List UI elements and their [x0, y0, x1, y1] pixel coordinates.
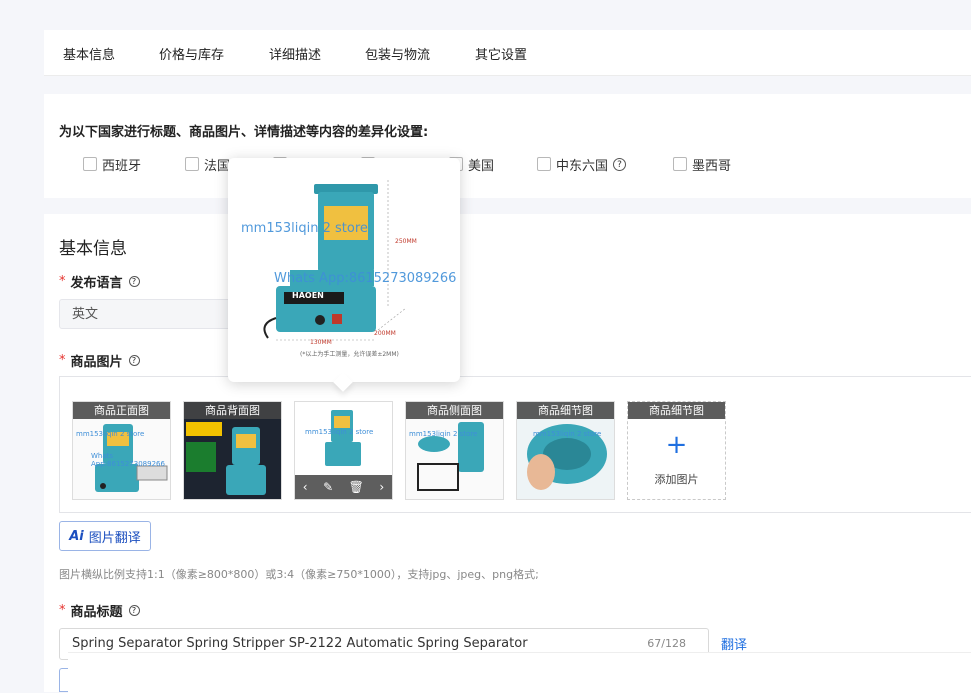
product-thumbnail-front[interactable]: 商品正面图 mm153liqin 2 store Whats App:86152… — [72, 401, 171, 500]
thumbnail-caption: 商品侧面图 — [406, 402, 503, 419]
floating-panel-edge — [68, 652, 971, 693]
add-image-label: 添加图片 — [654, 473, 699, 486]
image-upload-area: 商品正面图 mm153liqin 2 store Whats App:86152… — [59, 376, 971, 513]
country-settings-heading: 为以下国家进行标题、商品图片、详情描述等内容的差异化设置: — [59, 125, 429, 140]
thumbnail-caption: 商品背面图 — [184, 402, 281, 419]
thumbnail-caption: 商品正面图 — [73, 402, 170, 419]
tab-packaging[interactable]: 包装与物流 — [365, 44, 430, 63]
country-settings-card: 为以下国家进行标题、商品图片、详情描述等内容的差异化设置: 西班牙 法国 巨⺊ … — [44, 94, 971, 198]
measurement-note: (*以上为手工测量，允许误差±2MM) — [300, 351, 399, 358]
watermark: mm153liqin 2 store — [305, 428, 374, 436]
thumbnail-caption: 商品细节图 — [517, 402, 614, 419]
watermark: mm153liqin 2 store — [76, 430, 145, 438]
thumbnail-caption: 商品细节图 — [628, 402, 725, 419]
basic-info-card: 基本信息 * 发布语言 ? 英文 * 商品图片 ? 商品正面图 mm153liq… — [44, 214, 971, 693]
product-thumbnail-side[interactable]: 商品侧面图 mm153liqin 2 store — [405, 401, 504, 500]
tab-description[interactable]: 详细描述 — [269, 44, 321, 63]
dimension-width: 130MM — [310, 339, 332, 346]
plus-icon: + — [665, 430, 688, 460]
tab-other-settings[interactable]: 其它设置 — [475, 44, 527, 63]
chevron-right-icon[interactable]: › — [379, 480, 384, 494]
section-tabs: 基本信息 价格与库存 详细描述 包装与物流 其它设置 — [44, 30, 971, 76]
image-preview-popover: mm153liqin 2 store Whats App:86152730892… — [228, 158, 460, 392]
tab-basic-info[interactable]: 基本信息 — [63, 44, 115, 63]
dimension-height: 250MM — [395, 238, 417, 245]
checkbox-box[interactable] — [185, 157, 199, 171]
question-circle-icon[interactable]: ? — [128, 276, 140, 287]
add-image-button[interactable]: 商品细节图 + 添加图片 — [627, 401, 726, 500]
language-select[interactable]: 英文 — [59, 299, 249, 329]
ai-icon: Ai — [69, 528, 84, 544]
checkbox-spain[interactable]: 西班牙 — [83, 155, 141, 174]
trash-icon[interactable]: 🗑 — [349, 480, 364, 494]
edit-icon[interactable]: ✎ — [323, 480, 333, 494]
required-mark: * — [59, 603, 66, 618]
checkbox-box[interactable] — [83, 157, 97, 171]
product-thumbnail-detail[interactable]: 商品细节图 mm153liqin 2 store — [516, 401, 615, 500]
chevron-left-icon[interactable]: ‹ — [303, 480, 308, 494]
image-requirements-hint: 图片横纵比例支持1:1（像素≥800*800）或3:4（像素≥750*1000）… — [59, 568, 539, 581]
product-thumbnail-hovered[interactable]: mm153liqin 2 store ‹ ✎ 🗑 › — [294, 401, 393, 500]
language-label: * 发布语言 ? — [59, 272, 140, 291]
watermark: mm153liqin 2 store — [533, 430, 602, 438]
required-mark: * — [59, 353, 66, 368]
required-mark: * — [59, 274, 66, 289]
translate-link[interactable]: 翻译 — [721, 634, 747, 653]
checkbox-france[interactable]: 法国 — [185, 155, 230, 174]
watermark: mm153liqin 2 store — [409, 430, 478, 438]
checkbox-mexico[interactable]: 墨西哥 — [673, 155, 731, 174]
checkbox-box[interactable] — [537, 157, 551, 171]
dimension-depth: 200MM — [374, 330, 396, 337]
question-circle-icon[interactable]: ? — [128, 605, 140, 616]
brand-label: HAOEN — [292, 291, 324, 300]
watermark: Whats App:8615273089266 — [91, 452, 165, 468]
product-thumbnail-back[interactable]: 商品背面图 — [183, 401, 282, 500]
watermark: Whats App:8615273089266 — [274, 271, 457, 286]
title-label: * 商品标题 ? — [59, 601, 140, 620]
question-circle-icon[interactable]: ? — [613, 157, 627, 171]
tab-price-stock[interactable]: 价格与库存 — [159, 44, 224, 63]
question-circle-icon[interactable]: ? — [128, 355, 140, 366]
images-label: * 商品图片 ? — [59, 351, 140, 370]
checkbox-middle-east[interactable]: 中东六国? — [537, 155, 627, 174]
checkbox-box[interactable] — [673, 157, 687, 171]
watermark: mm153liqin 2 store — [241, 221, 368, 236]
ai-image-translate-button[interactable]: Ai 图片翻译 — [59, 521, 151, 551]
thumbnail-controls: ‹ ✎ 🗑 › — [295, 475, 392, 499]
section-title: 基本信息 — [59, 239, 127, 259]
